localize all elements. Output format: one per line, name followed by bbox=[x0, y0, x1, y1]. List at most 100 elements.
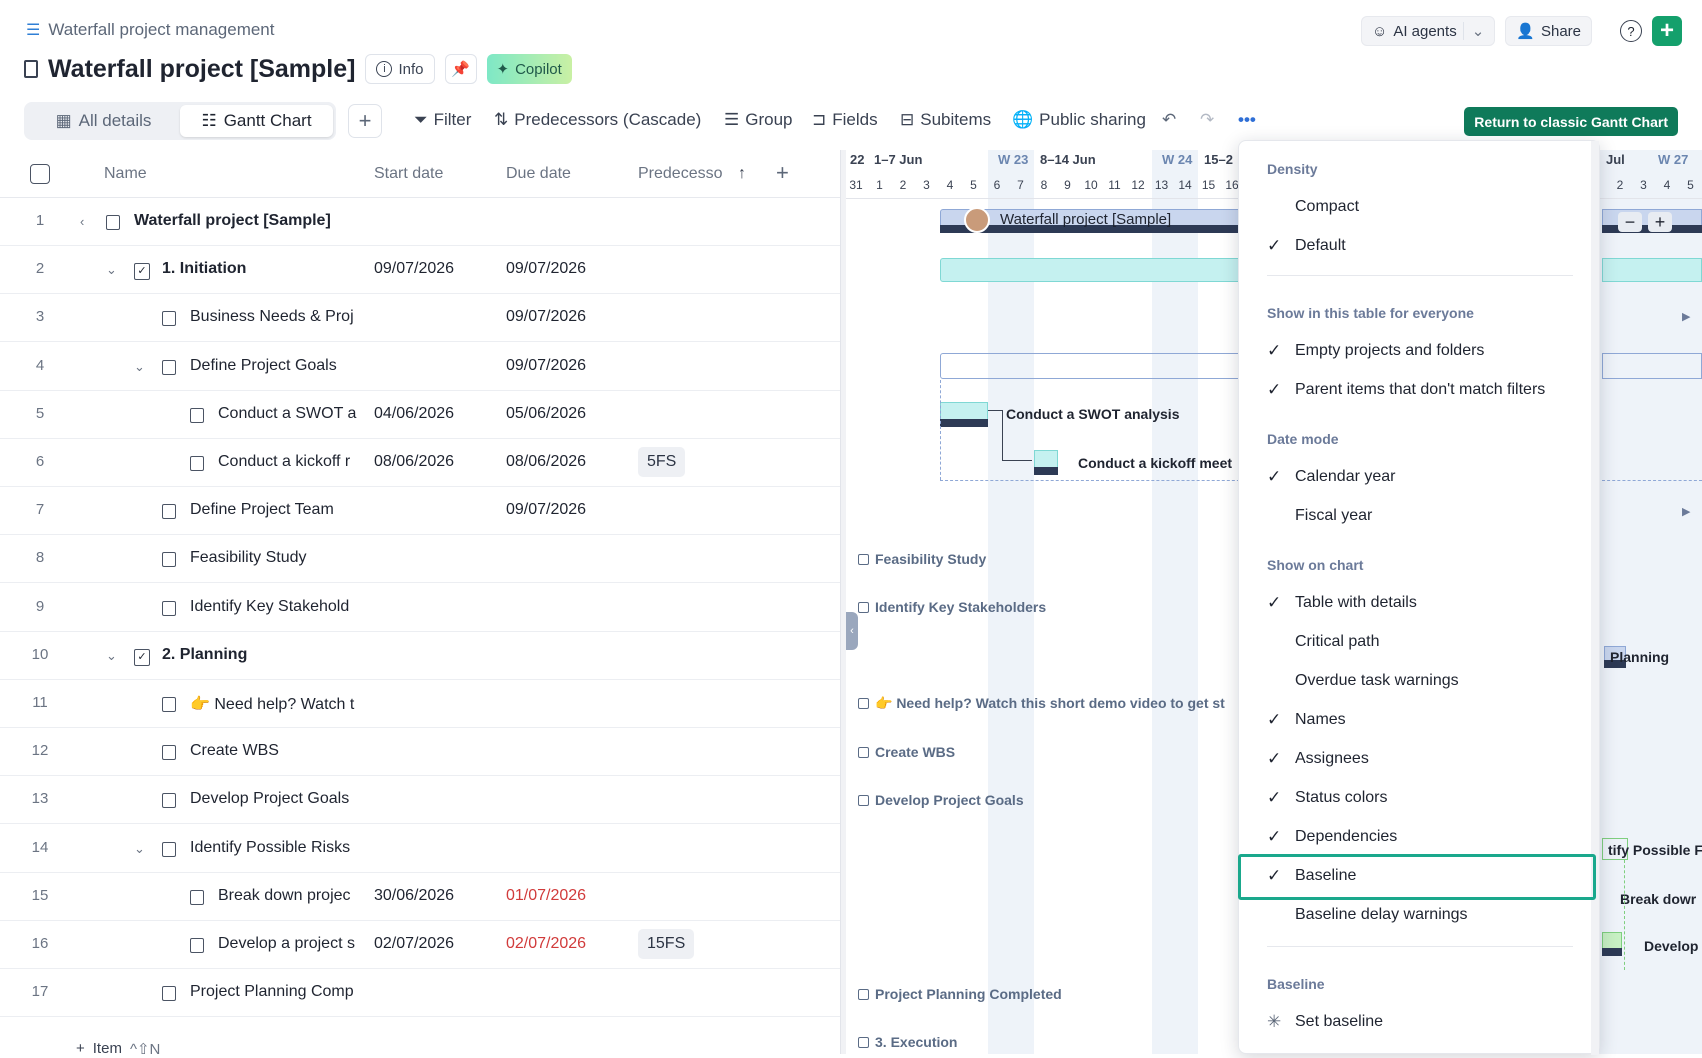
public-sharing-button[interactable]: 🌐 Public sharing bbox=[1012, 110, 1146, 130]
collapse-panel-handle[interactable]: ‹ bbox=[846, 612, 858, 650]
tab-all-details[interactable]: ▦ All details bbox=[27, 105, 180, 137]
start-date-cell[interactable]: 30/06/2026 bbox=[374, 887, 454, 905]
task-name[interactable]: Identify Key Stakehold bbox=[190, 598, 360, 616]
table-row[interactable]: 2 ⌄ ✓ 1. Initiation 09/07/2026 09/07/2026 bbox=[0, 246, 840, 295]
due-date-cell[interactable]: 08/06/2026 bbox=[506, 453, 586, 471]
tab-gantt-chart[interactable]: ☷ Gantt Chart bbox=[180, 105, 333, 137]
task-name[interactable]: Business Needs & Proj bbox=[190, 308, 360, 326]
collapse-arrow-icon[interactable]: ‹ bbox=[80, 214, 84, 229]
table-row[interactable]: 8 Feasibility Study bbox=[0, 535, 840, 584]
add-column-button[interactable]: + bbox=[776, 160, 789, 186]
table-row[interactable]: 12 Create WBS bbox=[0, 728, 840, 777]
predecessor-badge[interactable]: 5FS bbox=[638, 447, 686, 477]
menu-item-empty-projects[interactable]: ✓ Empty projects and folders bbox=[1267, 333, 1577, 369]
return-classic-gantt-button[interactable]: Return to classic Gantt Chart bbox=[1464, 107, 1678, 136]
table-row[interactable]: 10 ⌄ ✓ 2. Planning bbox=[0, 632, 840, 680]
table-row[interactable]: 17 Project Planning Comp bbox=[0, 969, 840, 1018]
initiation-bar[interactable] bbox=[940, 258, 1260, 282]
chevron-down-icon[interactable]: ⌄ bbox=[134, 841, 145, 857]
pin-button[interactable]: 📌 bbox=[444, 54, 477, 84]
share-button[interactable]: 👤 Share bbox=[1505, 16, 1592, 46]
task-name[interactable]: Create WBS bbox=[190, 742, 360, 760]
start-date-cell[interactable]: 02/07/2026 bbox=[374, 935, 454, 953]
ai-agents-button[interactable]: ☺ AI agents ⌄ bbox=[1360, 16, 1496, 46]
scroll-right-arrow[interactable]: ▶ bbox=[1682, 505, 1690, 518]
chevron-down-icon[interactable]: ⌄ bbox=[106, 648, 117, 664]
undo-button[interactable]: ↶ bbox=[1162, 110, 1176, 130]
add-item-button[interactable]: + Item ^⇧N bbox=[76, 1040, 160, 1058]
chevron-down-icon[interactable]: ⌄ bbox=[106, 262, 117, 278]
menu-item-default[interactable]: ✓ Default bbox=[1267, 228, 1577, 264]
menu-scrollbar[interactable] bbox=[1591, 141, 1599, 1055]
menu-item-parent-items[interactable]: ✓ Parent items that don't match filters bbox=[1267, 372, 1577, 408]
menu-item-baseline-delay[interactable]: Baseline delay warnings bbox=[1267, 897, 1577, 933]
table-row[interactable]: 7 Define Project Team 09/07/2026 bbox=[0, 487, 840, 536]
add-view-button[interactable]: + bbox=[348, 104, 382, 138]
task-name[interactable]: 2. Planning bbox=[162, 646, 360, 664]
task-name[interactable]: 1. Initiation bbox=[162, 260, 360, 278]
task-name[interactable]: 👉 Need help? Watch t bbox=[190, 694, 360, 714]
due-date-cell[interactable]: 09/07/2026 bbox=[506, 501, 586, 519]
menu-item-overdue[interactable]: Overdue task warnings bbox=[1267, 663, 1577, 699]
help-icon[interactable]: ? bbox=[1620, 20, 1642, 42]
column-due-date[interactable]: Due date bbox=[506, 165, 571, 183]
due-date-cell[interactable]: 05/06/2026 bbox=[506, 405, 586, 423]
task-name[interactable]: Develop a project s bbox=[218, 935, 360, 953]
task-name[interactable]: Waterfall project [Sample] bbox=[134, 212, 434, 230]
menu-item-critical-path[interactable]: Critical path bbox=[1267, 624, 1577, 660]
table-row[interactable]: 3 Business Needs & Proj 09/07/2026 bbox=[0, 294, 840, 343]
menu-item-dependencies[interactable]: ✓ Dependencies bbox=[1267, 819, 1577, 855]
table-row[interactable]: 5 Conduct a SWOT a 04/06/2026 05/06/2026 bbox=[0, 391, 840, 439]
kickoff-bar[interactable] bbox=[1034, 450, 1058, 468]
subitems-button[interactable]: ⊟ Subitems bbox=[900, 110, 991, 130]
menu-item-names[interactable]: ✓ Names bbox=[1267, 702, 1577, 738]
fields-button[interactable]: ⊐ Fields bbox=[812, 110, 878, 130]
task-name[interactable]: Break down projec bbox=[218, 887, 360, 905]
table-row[interactable]: 16 Develop a project s 02/07/2026 02/07/202… bbox=[0, 921, 840, 969]
menu-item-calendar-year[interactable]: ✓ Calendar year bbox=[1267, 459, 1577, 495]
table-row[interactable]: 1 ‹ Waterfall project [Sample] bbox=[0, 198, 840, 246]
menu-item-table-details[interactable]: ✓ Table with details bbox=[1267, 585, 1577, 621]
table-row[interactable]: 6 Conduct a kickoff r 08/06/2026 08/06/2026… bbox=[0, 439, 840, 487]
due-date-cell[interactable]: 02/07/2026 bbox=[506, 935, 586, 953]
menu-item-set-baseline[interactable]: ✳ Set baseline bbox=[1267, 1004, 1577, 1040]
select-all-checkbox[interactable] bbox=[30, 164, 50, 184]
start-date-cell[interactable]: 08/06/2026 bbox=[374, 453, 454, 471]
due-date-cell[interactable]: 01/07/2026 bbox=[506, 887, 586, 905]
predecessor-badge[interactable]: 15FS bbox=[638, 929, 695, 959]
column-predecessors[interactable]: Predecesso bbox=[638, 165, 723, 183]
task-name[interactable]: Define Project Goals bbox=[190, 357, 360, 375]
column-start-date[interactable]: Start date bbox=[374, 165, 443, 183]
filter-button[interactable]: ⏷ Filter bbox=[414, 110, 471, 130]
menu-item-assignees[interactable]: ✓ Assignees bbox=[1267, 741, 1577, 777]
breadcrumb[interactable]: ☰ Waterfall project management bbox=[26, 20, 274, 40]
menu-item-compact[interactable]: Compact bbox=[1267, 189, 1577, 225]
table-row[interactable]: 11 👉 Need help? Watch t bbox=[0, 680, 840, 728]
task-name[interactable]: Feasibility Study bbox=[190, 549, 360, 567]
due-date-cell[interactable]: 09/07/2026 bbox=[506, 260, 586, 278]
info-button[interactable]: i Info bbox=[365, 54, 435, 84]
task-name[interactable]: Identify Possible Risks bbox=[190, 839, 360, 857]
menu-item-status-colors[interactable]: ✓ Status colors bbox=[1267, 780, 1577, 816]
add-button[interactable]: + bbox=[1652, 16, 1682, 46]
table-row[interactable]: 15 Break down projec 30/06/2026 01/07/2026 bbox=[0, 873, 840, 921]
table-row[interactable]: 9 Identify Key Stakehold bbox=[0, 584, 840, 632]
task-name[interactable]: Project Planning Comp bbox=[190, 983, 360, 1001]
column-name[interactable]: Name bbox=[104, 165, 147, 183]
scroll-right-arrow[interactable]: ▶ bbox=[1682, 310, 1690, 323]
predecessors-button[interactable]: ⇅ Predecessors (Cascade) bbox=[494, 110, 701, 130]
task-name[interactable]: Define Project Team bbox=[190, 501, 360, 519]
zoom-in-button[interactable]: + bbox=[1648, 212, 1672, 232]
due-date-cell[interactable]: 09/07/2026 bbox=[506, 308, 586, 326]
copilot-button[interactable]: ✦ Copilot bbox=[486, 54, 572, 84]
chevron-down-icon[interactable]: ⌄ bbox=[134, 359, 145, 375]
group-button[interactable]: ☰ Group bbox=[724, 110, 793, 130]
table-row[interactable]: 13 Develop Project Goals bbox=[0, 776, 840, 825]
redo-button[interactable]: ↷ bbox=[1200, 110, 1214, 130]
start-date-cell[interactable]: 04/06/2026 bbox=[374, 405, 454, 423]
task-name[interactable]: Conduct a SWOT a bbox=[218, 405, 360, 423]
start-date-cell[interactable]: 09/07/2026 bbox=[374, 260, 454, 278]
task-name[interactable]: Conduct a kickoff r bbox=[218, 453, 360, 471]
more-options-button[interactable]: ••• bbox=[1238, 110, 1256, 130]
swot-bar[interactable] bbox=[940, 402, 988, 420]
